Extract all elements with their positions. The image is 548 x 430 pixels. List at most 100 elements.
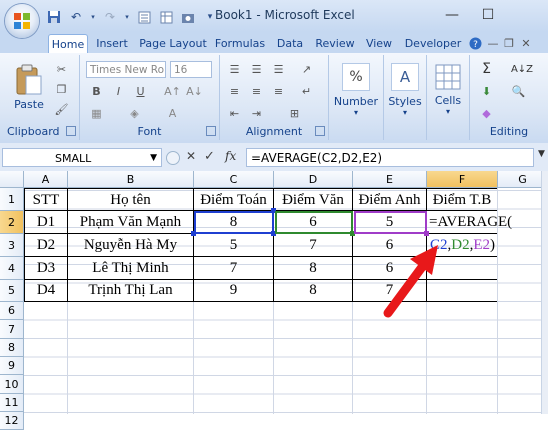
cell-c4[interactable]: 7	[194, 257, 274, 280]
ribbon-close-icon[interactable]: ✕	[520, 34, 532, 54]
cell-c1[interactable]: Điểm Toán	[194, 188, 274, 211]
align-bottom-icon[interactable]: ☰	[270, 61, 287, 78]
tab-review[interactable]: Review	[312, 34, 358, 54]
font-name-combo[interactable]: Times New Ro	[86, 61, 166, 78]
worksheet-grid[interactable]: A B C D E F G 1 2 3 4 5 6 7 8 9 10 11 12…	[0, 171, 548, 430]
increase-indent-icon[interactable]: ⇥	[248, 105, 265, 122]
font-color-button[interactable]: A	[164, 105, 181, 122]
cell-b1[interactable]: Họ tên	[68, 188, 194, 211]
row-header-10[interactable]: 10	[0, 375, 24, 394]
table-icon[interactable]	[158, 9, 174, 25]
column-header-c[interactable]: C	[194, 171, 274, 188]
cell-d1[interactable]: Điểm Văn	[274, 188, 353, 211]
tab-insert[interactable]: Insert	[92, 34, 132, 54]
row-header-6[interactable]: 6	[0, 302, 24, 320]
cut-icon[interactable]: ✂	[53, 61, 70, 78]
cell-a5[interactable]: D4	[24, 280, 68, 302]
cell-f1[interactable]: Điểm T.B	[427, 188, 498, 211]
column-header-f[interactable]: F	[427, 171, 498, 188]
row-header-5[interactable]: 5	[0, 280, 24, 302]
orientation-icon[interactable]: ↗	[298, 61, 315, 78]
cell-d5[interactable]: 8	[274, 280, 353, 302]
fill-color-icon[interactable]: ◈	[126, 105, 143, 122]
ribbon-minimize-icon[interactable]: —	[487, 34, 499, 54]
row-header-2[interactable]: 2	[0, 211, 24, 234]
font-size-combo[interactable]: 16	[170, 61, 212, 78]
undo-dropdown-icon[interactable]: ▾	[90, 9, 96, 25]
tab-page-layout[interactable]: Page Layout	[138, 34, 208, 54]
decrease-indent-icon[interactable]: ⇤	[226, 105, 243, 122]
maximize-button[interactable]: ☐	[474, 4, 502, 26]
format-painter-icon[interactable]: 🖌	[53, 101, 70, 118]
column-header-d[interactable]: D	[274, 171, 353, 188]
tab-data[interactable]: Data	[274, 34, 306, 54]
camera-icon[interactable]	[180, 9, 196, 25]
row-header-1[interactable]: 1	[0, 188, 24, 211]
cell-b2[interactable]: Phạm Văn Mạnh	[68, 211, 194, 234]
font-launcher-icon[interactable]	[206, 126, 216, 136]
align-left-icon[interactable]: ≡	[226, 83, 243, 100]
office-button[interactable]	[5, 4, 39, 38]
cell-d2[interactable]: 6	[274, 211, 353, 234]
cell-d3[interactable]: 7	[274, 234, 353, 257]
row-header-4[interactable]: 4	[0, 257, 24, 280]
paste-button[interactable]: Paste	[10, 61, 48, 113]
alignment-launcher-icon[interactable]	[315, 126, 325, 136]
cell-a1[interactable]: STT	[24, 188, 68, 211]
tab-developer[interactable]: Developer	[402, 34, 464, 54]
column-header-b[interactable]: B	[68, 171, 194, 188]
wrap-text-icon[interactable]: ↵	[298, 83, 315, 100]
grow-font-icon[interactable]: A↑	[164, 83, 181, 100]
cell-b4[interactable]: Lê Thị Minh	[68, 257, 194, 280]
cell-a2[interactable]: D1	[24, 211, 68, 234]
shrink-font-icon[interactable]: A↓	[186, 83, 203, 100]
expand-formula-bar-icon[interactable]: ▼	[538, 149, 545, 159]
align-right-icon[interactable]: ≡	[270, 83, 287, 100]
fill-icon[interactable]: ⬇	[478, 83, 495, 100]
minimize-button[interactable]: —	[438, 4, 466, 26]
name-box-dropdown-icon[interactable]: ▼	[150, 149, 157, 168]
cell-c5[interactable]: 9	[194, 280, 274, 302]
save-icon[interactable]	[46, 9, 62, 25]
cell-f2[interactable]: =AVERAGE(	[427, 211, 512, 234]
cell-a4[interactable]: D3	[24, 257, 68, 280]
cell-c3[interactable]: 5	[194, 234, 274, 257]
cell-c2[interactable]: 8	[194, 211, 274, 234]
find-select-icon[interactable]: 🔍	[510, 83, 527, 100]
underline-button[interactable]: U	[132, 83, 149, 100]
tab-home[interactable]: Home	[48, 34, 88, 55]
number-button[interactable]: % Number ▾	[333, 59, 379, 121]
cell-a3[interactable]: D2	[24, 234, 68, 257]
row-header-9[interactable]: 9	[0, 357, 24, 375]
cell-d4[interactable]: 8	[274, 257, 353, 280]
redo-icon[interactable]: ↷	[102, 9, 118, 25]
clipboard-launcher-icon[interactable]	[66, 126, 76, 136]
align-middle-icon[interactable]: ☰	[248, 61, 265, 78]
column-header-a[interactable]: A	[24, 171, 68, 188]
tab-formulas[interactable]: Formulas	[214, 34, 266, 54]
clear-icon[interactable]: ◆	[478, 105, 495, 122]
sort-filter-button[interactable]: A↓Z	[510, 61, 534, 78]
bold-button[interactable]: B	[88, 83, 105, 100]
align-top-icon[interactable]: ☰	[226, 61, 243, 78]
select-all-corner[interactable]	[0, 171, 24, 188]
tab-view[interactable]: View	[363, 34, 395, 54]
autosum-button[interactable]: Σ	[478, 61, 495, 78]
row-header-8[interactable]: 8	[0, 339, 24, 357]
align-center-icon[interactable]: ≡	[248, 83, 265, 100]
row-header-7[interactable]: 7	[0, 320, 24, 339]
copy-icon[interactable]: ❐	[53, 81, 70, 98]
name-box[interactable]: SMALL ▼	[2, 148, 162, 167]
enter-button[interactable]: ✓	[204, 149, 215, 164]
vertical-scrollbar[interactable]	[541, 171, 548, 414]
ribbon-restore-icon[interactable]: ❐	[503, 34, 515, 54]
column-header-e[interactable]: E	[353, 171, 427, 188]
borders-icon[interactable]: ▦	[88, 105, 105, 122]
undo-icon[interactable]: ↶	[68, 9, 84, 25]
row-header-3[interactable]: 3	[0, 234, 24, 257]
formula-input[interactable]: =AVERAGE(C2,D2,E2)	[246, 148, 534, 167]
cancel-button[interactable]: ✕	[186, 149, 196, 163]
form-icon[interactable]	[136, 9, 152, 25]
styles-button[interactable]: A Styles ▾	[386, 59, 424, 121]
row-header-12[interactable]: 12	[0, 412, 24, 430]
